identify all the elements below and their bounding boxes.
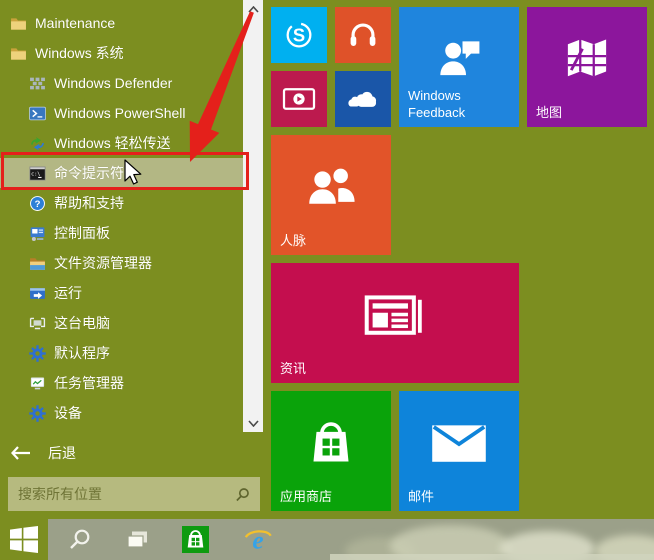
- menu-item-windows-system[interactable]: Windows 系统: [0, 38, 243, 68]
- menu-item-task-manager[interactable]: 任务管理器: [0, 368, 243, 398]
- menu-item-cmd-prompt[interactable]: c:\ 命令提示符: [0, 158, 243, 188]
- tile-video[interactable]: [271, 71, 327, 127]
- cmd-icon: c:\: [29, 165, 46, 182]
- gear-icon: [29, 345, 46, 362]
- tile-news[interactable]: 资讯: [271, 263, 519, 383]
- task-view-icon: [123, 526, 151, 554]
- menu-item-label: Windows 轻松传送: [54, 133, 171, 153]
- skype-icon: S: [282, 18, 316, 52]
- task-manager-icon: [29, 375, 46, 392]
- back-arrow-icon: [11, 446, 31, 460]
- newspaper-icon: [362, 288, 428, 345]
- menu-item-label: 任务管理器: [54, 373, 124, 393]
- tile-people[interactable]: 人脉: [271, 135, 391, 255]
- this-pc-icon: [29, 315, 46, 332]
- menu-item-label: 运行: [54, 283, 82, 303]
- easy-transfer-icon: [29, 135, 46, 152]
- powershell-icon: [29, 105, 46, 122]
- svg-text:S: S: [293, 24, 305, 45]
- scroll-down-button[interactable]: [247, 419, 259, 427]
- scroll-up-button[interactable]: [247, 5, 259, 13]
- start-menu-screen: Maintenance Windows 系统 Windows Defender Win…: [0, 0, 654, 560]
- mail-envelope-icon: [429, 420, 489, 467]
- tile-skype[interactable]: S: [271, 7, 327, 63]
- menu-item-label: 这台电脑: [54, 313, 110, 333]
- menu-item-help-support[interactable]: ? 帮助和支持: [0, 188, 243, 218]
- back-label: 后退: [48, 443, 76, 463]
- taskbar-store-button[interactable]: [178, 519, 212, 560]
- menu-item-label: 文件资源管理器: [54, 253, 152, 273]
- menu-item-label: 帮助和支持: [54, 193, 124, 213]
- run-icon: [29, 285, 46, 302]
- menu-item-windows-powershell[interactable]: Windows PowerShell: [0, 98, 243, 128]
- folder-icon: [10, 45, 27, 62]
- apps-list: Maintenance Windows 系统 Windows Defender Win…: [0, 8, 243, 428]
- taskbar-search-button[interactable]: [63, 519, 97, 560]
- menu-item-label: 设备: [54, 403, 82, 423]
- gear-icon: [29, 405, 46, 422]
- menu-item-windows-defender[interactable]: Windows Defender: [0, 68, 243, 98]
- menu-item-label: 默认程序: [54, 343, 110, 363]
- windows-logo-icon: [9, 525, 39, 555]
- help-icon: ?: [29, 195, 46, 212]
- tiles-area: S Windows Feedback 地图人脉资讯应用商店 邮件: [271, 7, 647, 511]
- menu-item-label: Maintenance: [35, 15, 115, 31]
- control-panel-icon: [29, 225, 46, 242]
- ie-icon: e: [243, 525, 273, 555]
- taskbar: e: [0, 519, 654, 560]
- people-icon: [302, 159, 360, 217]
- svg-text:?: ?: [35, 199, 41, 210]
- menu-item-control-panel[interactable]: 控制面板: [0, 218, 243, 248]
- defender-icon: [29, 75, 46, 92]
- tile-label: 邮件: [408, 488, 434, 505]
- taskbar-search-icon: [66, 526, 94, 554]
- tile-music[interactable]: [335, 7, 391, 63]
- search-icon[interactable]: [235, 487, 250, 502]
- file-explorer-icon: [29, 255, 46, 272]
- tile-mail[interactable]: 邮件: [399, 391, 519, 511]
- headphones-icon: [346, 18, 380, 52]
- menu-item-label: Windows PowerShell: [54, 105, 186, 121]
- tile-maps[interactable]: 地图: [527, 7, 647, 127]
- taskbar-task-view-button[interactable]: [120, 519, 154, 560]
- clouds-icon: [344, 80, 382, 118]
- tile-label: Windows Feedback: [408, 87, 508, 121]
- feedback-person-icon: [431, 32, 487, 88]
- back-button[interactable]: 后退: [0, 438, 243, 468]
- tile-label: 人脉: [280, 232, 306, 249]
- tile-onedrive[interactable]: [335, 71, 391, 127]
- map-icon: [560, 33, 614, 87]
- menu-item-default-programs[interactable]: 默认程序: [0, 338, 243, 368]
- menu-item-this-pc[interactable]: 这台电脑: [0, 308, 243, 338]
- tile-label: 地图: [536, 104, 562, 121]
- wallpaper-desk-edge: [330, 554, 654, 560]
- svg-text:c:\: c:\: [31, 171, 40, 177]
- taskbar-internet-explorer-button[interactable]: e: [241, 519, 275, 560]
- menu-item-label: Windows Defender: [54, 75, 172, 91]
- menu-item-devices[interactable]: 设备: [0, 398, 243, 428]
- menu-item-windows-easy-transfer[interactable]: Windows 轻松传送: [0, 128, 243, 158]
- menu-item-label: Windows 系统: [35, 43, 124, 63]
- folder-icon: [10, 15, 27, 32]
- tile-label: 资讯: [280, 360, 306, 377]
- scrollbar[interactable]: [243, 0, 263, 432]
- menu-item-maintenance[interactable]: Maintenance: [0, 8, 243, 38]
- menu-item-file-explorer[interactable]: 文件资源管理器: [0, 248, 243, 278]
- menu-item-run[interactable]: 运行: [0, 278, 243, 308]
- search-input[interactable]: [8, 486, 235, 502]
- tile-label: 应用商店: [280, 488, 332, 505]
- video-icon: [281, 81, 317, 117]
- taskbar-start-button[interactable]: [0, 519, 48, 560]
- tile-store[interactable]: 应用商店: [271, 391, 391, 511]
- search-box: [8, 477, 260, 511]
- tile-feedback[interactable]: Windows Feedback: [399, 7, 519, 127]
- store-bag-icon: [302, 415, 360, 473]
- taskbar-store-icon: [182, 526, 209, 553]
- menu-item-label: 命令提示符: [54, 163, 124, 183]
- menu-item-label: 控制面板: [54, 223, 110, 243]
